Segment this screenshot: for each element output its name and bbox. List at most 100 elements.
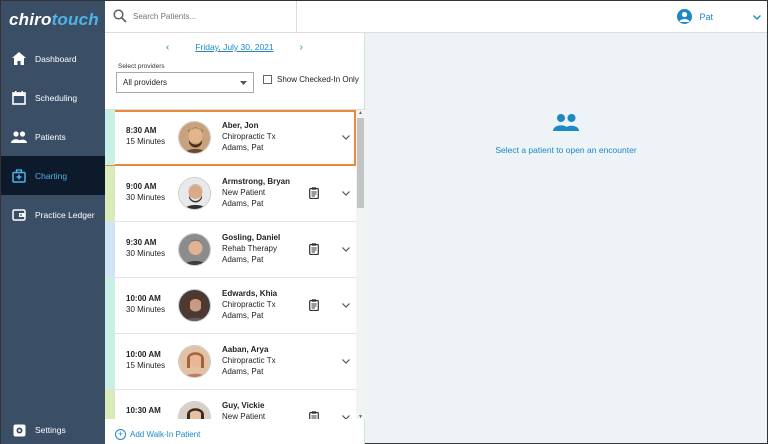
logo-text-chiro: chiro [9,10,52,29]
home-icon [11,51,27,67]
sidebar-item-label: Charting [35,170,68,181]
prev-day-icon[interactable]: ‹ [166,42,169,53]
expand-chevron-icon[interactable] [342,301,350,310]
user-name: Pat [699,11,713,22]
patient-name: Aaban, Arya [222,345,269,354]
patient-name: Armstrong, Bryan [222,177,291,186]
appointment-provider: Adams, Pat [222,255,264,264]
appointment-row[interactable]: 10:00 AM 30 Minutes Edwards, Khia Chirop… [105,278,356,334]
appointment-time: 10:00 AM [126,350,161,359]
scroll-down-icon[interactable]: ▼ [357,414,364,419]
appointment-duration: 15 Minutes [126,137,166,146]
status-strip [105,334,115,389]
providers-select[interactable]: All providers [116,72,254,93]
add-walk-in-label: Add Walk-In Patient [130,430,201,439]
clipboard-icon[interactable] [309,187,319,201]
status-strip [105,110,115,165]
appointment-provider: Adams, Pat [222,143,264,152]
chirotouch-logo: chiro touch [1,1,105,39]
patient-name: Edwards, Khia [222,289,278,298]
appointment-type: Chiropractic Tx [222,300,276,309]
sidebar-item-label: Dashboard [35,53,77,64]
schedule-date-link[interactable]: Friday, July 30, 2021 [195,42,273,52]
next-day-icon[interactable]: › [300,42,303,53]
clipboard-icon[interactable] [309,243,319,257]
scrollbar-thumb[interactable] [357,118,364,208]
expand-chevron-icon[interactable] [342,245,350,254]
appointment-duration: 30 Minutes [126,249,166,258]
encounter-empty-message: Select a patient to open an encounter [495,145,637,155]
expand-chevron-icon[interactable] [342,189,350,198]
sidebar-item-charting[interactable]: Charting [1,156,105,195]
clipboard-icon[interactable] [309,411,319,419]
appointment-type: Rehab Therapy [222,244,277,253]
appointment-row[interactable]: 9:30 AM 30 Minutes Gosling, Daniel Rehab… [105,222,356,278]
appointment-duration: 30 Minutes [126,193,166,202]
patient-name: Aber, Jon [222,121,259,130]
checked-in-only-toggle[interactable]: Show Checked-In Only [263,75,359,84]
settings-label: Settings [35,425,66,435]
appointment-row[interactable]: 10:00 AM 15 Minutes Aaban, Arya Chiropra… [105,334,356,390]
patient-avatar [178,289,211,322]
patient-avatar [178,233,211,266]
appointment-time: 9:00 AM [126,182,157,191]
user-menu[interactable]: Pat [677,9,761,24]
status-strip [105,390,115,419]
checked-in-label: Show Checked-In Only [277,75,359,84]
encounter-empty-state: Select a patient to open an encounter [365,113,767,155]
patient-name: Guy, Vickie [222,401,265,410]
sidebar-item-practice-ledger[interactable]: Practice Ledger [1,195,105,234]
appointment-list-scrollbar[interactable]: ▲ ▼ [356,110,365,419]
schedule-filters: Select providers All providers Show Chec… [105,61,364,111]
encounter-panel: Select a patient to open an encounter [365,33,767,443]
dropdown-caret-icon [240,78,247,87]
calendar-icon [11,90,27,106]
expand-chevron-icon[interactable] [342,133,350,142]
expand-chevron-icon[interactable] [342,357,350,366]
status-strip [105,222,115,277]
sidebar-item-scheduling[interactable]: Scheduling [1,78,105,117]
gear-icon [11,422,27,438]
appointment-list: 8:30 AM 15 Minutes Aber, Jon Chiropracti… [105,109,365,419]
appointment-type: New Patient [222,412,266,419]
sidebar-item-label: Practice Ledger [35,209,95,220]
expand-chevron-icon[interactable] [342,413,350,419]
top-header: Pat [297,1,767,33]
appointment-type: New Patient [222,188,266,197]
add-walk-in-button[interactable]: + Add Walk-In Patient [115,429,200,440]
providers-label: Select providers [118,63,165,70]
sidebar-item-patients[interactable]: Patients [1,117,105,156]
appointment-type: Chiropractic Tx [222,132,276,141]
chevron-down-icon [753,12,761,22]
status-strip [105,278,115,333]
appointment-duration: 30 Minutes [126,305,166,314]
search-bar [105,1,297,33]
appointment-time: 10:30 AM [126,406,161,415]
sidebar-item-dashboard[interactable]: Dashboard [1,39,105,78]
patient-avatar [178,121,211,154]
search-input[interactable] [133,12,283,21]
date-navigator: ‹ Friday, July 30, 2021 › [105,33,364,61]
sidebar-item-settings[interactable]: Settings [1,415,105,444]
appointment-row[interactable]: 9:00 AM 30 Minutes Armstrong, Bryan New … [105,166,356,222]
user-avatar-icon [677,9,693,24]
appointment-row[interactable]: 10:30 AM Guy, Vickie New Patient [105,390,356,419]
appointment-provider: Adams, Pat [222,367,264,376]
appointment-panel: ‹ Friday, July 30, 2021 › Select provide… [105,33,365,444]
patient-avatar [178,401,211,419]
appointment-duration: 15 Minutes [126,361,166,370]
sidebar-item-label: Scheduling [35,92,78,103]
people-icon [365,113,767,131]
patient-avatar [178,177,211,210]
scroll-up-icon[interactable]: ▲ [357,110,364,116]
appointment-provider: Adams, Pat [222,199,264,208]
clipboard-icon[interactable] [309,299,319,313]
people-icon [11,129,27,145]
search-icon [113,8,127,25]
appointment-time: 9:30 AM [126,238,157,247]
status-strip [105,166,115,221]
checked-in-checkbox[interactable] [263,75,272,84]
patient-name: Gosling, Daniel [222,233,281,242]
appointment-row[interactable]: 8:30 AM 15 Minutes Aber, Jon Chiropracti… [105,110,356,166]
medical-bag-icon [11,168,27,184]
